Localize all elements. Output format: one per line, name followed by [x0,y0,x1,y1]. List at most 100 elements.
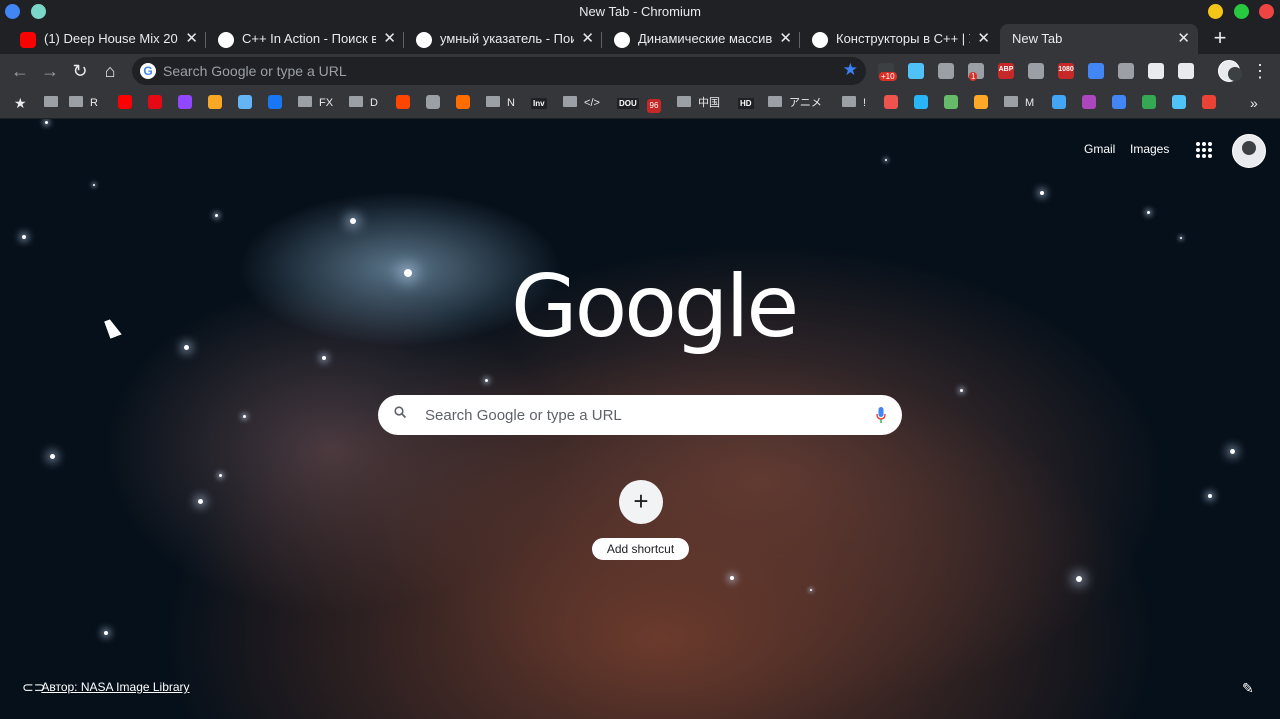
home-button[interactable]: ⌂ [97,58,123,84]
star-decoration [1208,494,1212,498]
gmail-link[interactable]: Gmail [1084,142,1115,156]
multicolor-bookmark[interactable] [1082,95,1096,111]
add-shortcut-label[interactable]: Add shortcut [592,538,689,560]
close-tab-icon[interactable]: ✕ [581,29,594,47]
gear-bookmark[interactable] [456,95,470,111]
extension-10-icon[interactable]: +10 [878,63,897,81]
tab-dynamic-arrays[interactable]: Динамические массивы ✕ [606,24,800,54]
adblock-icon[interactable]: ABP [998,63,1014,79]
microphone-icon[interactable] [876,407,886,423]
credit-link[interactable]: Автор: NASA Image Library [41,680,189,694]
1080-icon[interactable]: 1080 [1058,63,1074,79]
toolbar: ← → ↻ ⌂ G Search Google or type a URL ★ … [0,54,1280,88]
star-decoration [1076,576,1082,582]
more-bookmarks-icon[interactable]: » [1250,95,1258,111]
reddit-bookmark[interactable] [396,95,410,111]
background-credit[interactable]: ⊂⊃ Автор: NASA Image Library [22,679,190,696]
maximize-button[interactable] [1234,4,1249,19]
ntp-search-box[interactable]: Search Google or type a URL [378,395,902,435]
gmail-bookmark[interactable] [1202,95,1216,111]
profile-avatar[interactable] [1218,60,1242,82]
star-bookmark[interactable]: ★ [14,95,27,111]
menu-button[interactable]: ⋮ [1247,58,1273,84]
folder[interactable] [44,95,58,111]
bolt-icon [974,95,988,109]
folder-r[interactable]: R [69,95,98,111]
tab-deep-house[interactable]: (1) Deep House Mix 2016 ✕ [12,24,206,54]
minimize-button[interactable] [1208,4,1223,19]
shield-icon[interactable] [908,63,924,79]
chart-icon[interactable] [1148,63,1164,79]
bookmark-label: FX [316,97,334,109]
new-tab-button[interactable]: + [1208,26,1232,50]
mouse-cursor-icon [104,317,122,339]
bolt-bookmark[interactable] [974,95,988,111]
tab-smart-pointer[interactable]: умный указатель - Пои ✕ [408,24,602,54]
copy-icon[interactable] [1028,63,1044,79]
star-decoration [93,184,95,186]
customize-pencil-icon[interactable]: ✎ [1242,680,1254,697]
netflix-bookmark[interactable] [148,95,162,111]
feather-icon[interactable] [1178,63,1194,79]
tab-title: New Tab [1012,31,1063,46]
close-tab-icon[interactable]: ✕ [1177,29,1190,47]
apps-grid-icon[interactable] [1196,142,1212,158]
star-decoration [1147,211,1150,214]
ublock-icon[interactable] [938,63,954,79]
forward-button[interactable]: → [37,58,63,84]
maps-bookmark[interactable] [1142,95,1156,111]
star-decoration [810,589,812,591]
puzzle-bookmark[interactable] [238,95,252,111]
close-tab-icon[interactable]: ✕ [383,29,396,47]
images-link[interactable]: Images [1130,142,1169,156]
tab-cpp-in-action[interactable]: C++ In Action - Поиск в G ✕ [210,24,404,54]
close-tab-icon[interactable]: ✕ [185,29,198,47]
bookmark-label: D [367,97,378,109]
back-button[interactable]: ← [7,58,33,84]
account-avatar[interactable] [1232,134,1266,168]
search-icon [394,406,406,418]
diamond-bookmark[interactable] [914,95,928,111]
omnibox-placeholder: Search Google or type a URL [163,63,347,79]
translate-bookmark[interactable] [1112,95,1126,111]
folder-d[interactable]: D [349,95,378,111]
facebook-bookmark[interactable] [268,95,282,111]
folder-anime[interactable]: アニメ [768,95,822,111]
close-tab-icon[interactable]: ✕ [779,29,792,47]
close-window-button[interactable] [1259,4,1274,19]
translate-icon[interactable] [1088,63,1104,79]
tab-new-tab[interactable]: New Tab ✕ [1000,24,1198,54]
hd-bookmark[interactable]: HD [738,95,754,111]
youtube-icon [118,95,132,109]
diamond-icon [914,95,928,109]
folder-n[interactable]: N [486,95,515,111]
folder-code[interactable]: </> [563,95,600,111]
star-decoration [50,454,55,459]
folder-m[interactable]: M [1004,95,1034,111]
lol-bookmark[interactable] [208,95,222,111]
folder-fx[interactable]: FX [298,95,333,111]
glasses-icon[interactable] [1118,63,1134,79]
google-icon [218,32,234,48]
inv-bookmark[interactable]: Inv [531,95,547,111]
burst-bookmark[interactable] [1172,95,1186,111]
twitch-bookmark[interactable] [178,95,192,111]
add-shortcut-button[interactable]: + [619,480,663,524]
omnibox[interactable]: G Search Google or type a URL ★ [132,57,866,85]
refresh-ext-icon[interactable]: 1 [968,63,984,81]
github-bookmark[interactable] [426,95,440,111]
star-decoration [350,218,356,224]
folder-excl[interactable]: ! [842,95,866,111]
dots-bookmark[interactable] [944,95,958,111]
youtube-bookmark[interactable] [118,95,132,111]
folder-china[interactable]: 中国 [677,95,720,111]
96-bookmark[interactable]: 96 [647,95,661,113]
bookmark-star-icon[interactable]: ★ [843,60,858,80]
tab-constructors[interactable]: Конструкторы в C++ | У ✕ [804,24,998,54]
close-tab-icon[interactable]: ✕ [977,29,990,47]
blue4-bookmark[interactable] [1052,95,1066,111]
colorful-bookmark[interactable] [884,95,898,111]
star-decoration [22,235,26,239]
dou-bookmark[interactable]: DOU [617,95,639,111]
reload-button[interactable]: ↻ [67,58,93,84]
